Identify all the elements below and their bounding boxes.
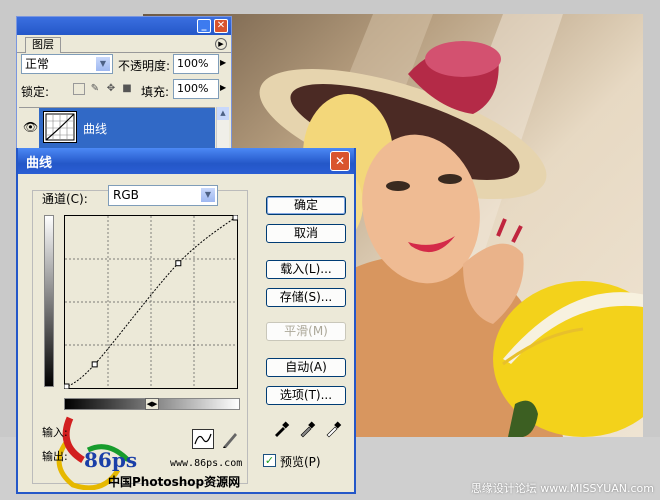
- eye-icon[interactable]: 👁: [23, 120, 38, 134]
- opacity-slider-icon[interactable]: ▶: [220, 58, 226, 67]
- white-eyedropper-icon[interactable]: [324, 420, 342, 438]
- layer-row[interactable]: 👁 曲线: [19, 107, 215, 148]
- lock-transparency-icon[interactable]: [73, 83, 85, 95]
- curve-graph[interactable]: [64, 215, 238, 389]
- curves-thumbnail-icon: [43, 111, 77, 143]
- panel-menu-icon[interactable]: ▶: [215, 38, 227, 50]
- opacity-input[interactable]: 100%: [173, 54, 219, 74]
- lock-label: 锁定:: [21, 85, 50, 99]
- preview-checkbox[interactable]: ✓: [263, 454, 276, 467]
- layers-scrollbar[interactable]: ▲: [216, 107, 229, 151]
- black-eyedropper-icon[interactable]: [272, 420, 290, 438]
- tab-layers[interactable]: 图层: [25, 37, 61, 53]
- close-icon[interactable]: ✕: [330, 151, 350, 171]
- dialog-title: 曲线: [26, 156, 53, 171]
- logo-url: www.86ps.com: [170, 458, 243, 469]
- scroll-up-icon[interactable]: ▲: [217, 107, 229, 120]
- fill-slider-icon[interactable]: ▶: [220, 83, 226, 92]
- channel-label: 通道(C):: [42, 192, 88, 206]
- layers-tabs: 图层 ▶: [17, 35, 231, 53]
- input-label: 输入:: [42, 426, 68, 439]
- gradient-toggle-icon[interactable]: ◀▶: [145, 398, 159, 410]
- logo-number: 86ps: [84, 448, 138, 472]
- curves-titlebar[interactable]: 曲线 ✕: [18, 148, 354, 174]
- blend-mode-select[interactable]: 正常 ▼: [21, 54, 113, 74]
- curve-tool-icon[interactable]: [192, 429, 214, 449]
- channel-value: RGB: [113, 188, 139, 202]
- chevron-down-icon[interactable]: ▼: [95, 56, 111, 72]
- blend-mode-value: 正常: [25, 57, 50, 71]
- ok-button[interactable]: 确定: [266, 196, 346, 215]
- curve-point[interactable]: [175, 260, 182, 267]
- minimize-icon[interactable]: _: [197, 19, 211, 33]
- smooth-button[interactable]: 平滑(M): [266, 322, 346, 341]
- pencil-icon[interactable]: [220, 429, 240, 449]
- lock-all-icon[interactable]: ■: [121, 83, 133, 95]
- fill-label: 填充:: [141, 85, 170, 99]
- curve-point[interactable]: [232, 215, 238, 221]
- lock-move-icon[interactable]: ✥: [105, 83, 117, 95]
- save-button[interactable]: 存储(S)...: [266, 288, 346, 307]
- output-label: 输出:: [42, 450, 68, 463]
- layer-name: 曲线: [83, 122, 108, 136]
- logo-name: 中国Photoshop资源网: [108, 475, 241, 489]
- gray-eyedropper-icon[interactable]: [298, 420, 316, 438]
- chevron-down-icon[interactable]: ▼: [200, 187, 216, 203]
- opacity-label: 不透明度:: [118, 59, 171, 73]
- channel-select[interactable]: RGB ▼: [108, 185, 218, 206]
- watermark: 思缘设计论坛 www.MISSYUAN.com: [470, 482, 654, 495]
- load-button[interactable]: 载入(L)...: [266, 260, 346, 279]
- layers-titlebar[interactable]: _ ✕: [17, 17, 231, 35]
- preview-label[interactable]: 预览(P): [280, 453, 321, 470]
- curve-point[interactable]: [91, 361, 98, 368]
- fill-input[interactable]: 100%: [173, 79, 219, 99]
- cancel-button[interactable]: 取消: [266, 224, 346, 243]
- layer-item-curves[interactable]: 曲线: [39, 108, 215, 148]
- options-button[interactable]: 选项(T)...: [266, 386, 346, 405]
- curve-point[interactable]: [64, 383, 70, 389]
- curves-dialog: 曲线 ✕ 通道(C): RGB ▼ ◀▶ 输入: 输出: 86ps www.86…: [16, 148, 356, 494]
- lock-brush-icon[interactable]: ✎: [89, 83, 101, 95]
- layers-panel: _ ✕ 图层 ▶ 正常 ▼ 不透明度: 100% ▶ 锁定: ✎ ✥ ■ 填充:…: [16, 16, 232, 152]
- auto-button[interactable]: 自动(A): [266, 358, 346, 377]
- output-gradient-bar: [44, 215, 54, 387]
- close-icon[interactable]: ✕: [214, 19, 228, 33]
